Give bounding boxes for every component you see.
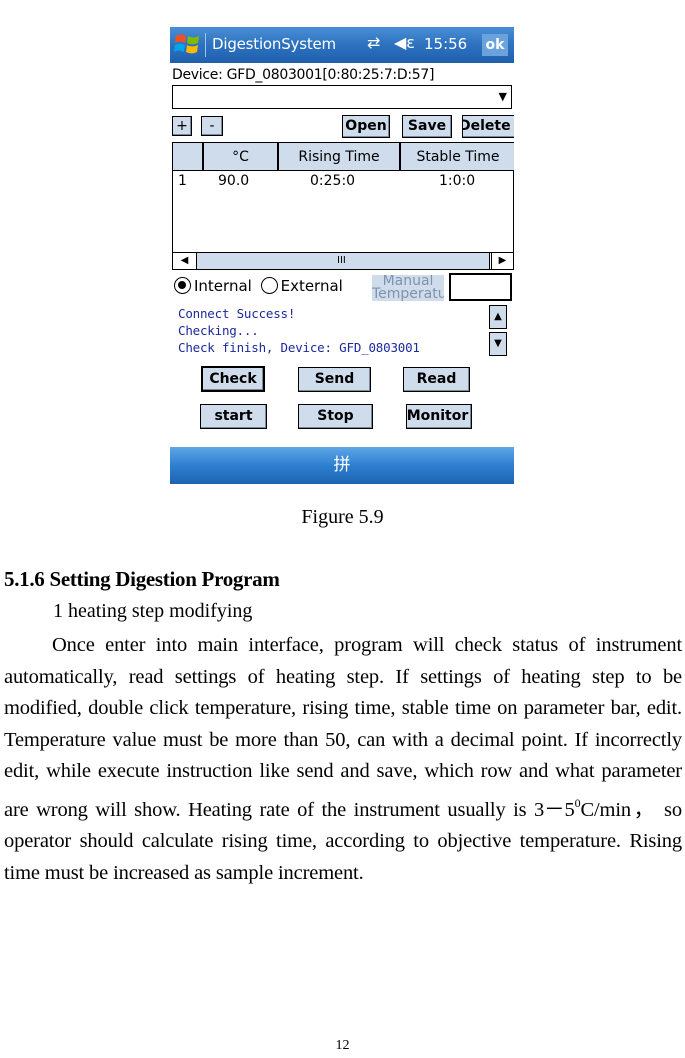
ok-button[interactable]: ok xyxy=(482,34,508,56)
check-button[interactable]: Check xyxy=(201,366,265,392)
log-line: Checking... xyxy=(178,323,259,338)
scroll-down-icon[interactable]: ▼ xyxy=(489,332,507,356)
pda-screenshot: DigestionSystem ⇄ ◀ε 15:56 ok Device: GF… xyxy=(170,27,514,484)
input-method-icon[interactable]: 拼 xyxy=(334,455,351,475)
column-header-index[interactable] xyxy=(173,143,204,171)
app-title: DigestionSystem xyxy=(212,35,336,53)
external-radio-label[interactable]: External xyxy=(281,277,343,295)
start-button[interactable]: start xyxy=(200,404,267,429)
open-button[interactable]: Open xyxy=(342,115,390,138)
cell-rising-time[interactable]: 0:25:0 xyxy=(310,173,355,189)
volume-icon[interactable]: ◀ε xyxy=(394,33,415,52)
scroll-right-icon[interactable]: ▶ xyxy=(489,253,513,269)
internal-radio-label[interactable]: Internal xyxy=(194,277,252,295)
paragraph-text: Once enter into main interface, program … xyxy=(4,634,682,821)
page-number: 12 xyxy=(335,1038,350,1053)
sensor-radio-group: Internal External xyxy=(174,277,347,295)
scroll-thumb[interactable]: III xyxy=(337,253,346,269)
subheading: 1 heating step modifying xyxy=(53,600,253,622)
log-line: Connect Success! xyxy=(178,306,296,321)
column-header-temperature[interactable]: °C xyxy=(204,143,279,171)
horizontal-scrollbar[interactable]: ◀ III ▶ xyxy=(172,252,514,270)
column-header-stable-time[interactable]: Stable Time xyxy=(401,143,514,171)
manual-temperature-label: Manual Temperature xyxy=(372,275,444,301)
save-button[interactable]: Save xyxy=(402,115,452,138)
cell-temperature[interactable]: 90.0 xyxy=(218,173,249,189)
stop-button[interactable]: Stop xyxy=(298,404,373,429)
scroll-left-icon[interactable]: ◀ xyxy=(173,253,197,269)
add-step-button[interactable]: + xyxy=(172,116,192,136)
input-method-bar: 拼 xyxy=(170,447,514,484)
send-button[interactable]: Send xyxy=(298,367,371,392)
read-button[interactable]: Read xyxy=(403,367,470,392)
remove-step-button[interactable]: - xyxy=(201,116,223,136)
title-bar: DigestionSystem ⇄ ◀ε 15:56 ok xyxy=(170,27,514,63)
manual-temperature-input[interactable] xyxy=(449,273,512,301)
delete-button[interactable]: Delete xyxy=(462,115,514,138)
windows-start-icon[interactable] xyxy=(174,32,200,56)
row-index: 1 xyxy=(178,173,187,189)
body-paragraph: Once enter into main interface, program … xyxy=(4,630,682,889)
monitor-button[interactable]: Monitor xyxy=(406,404,472,429)
scroll-up-icon[interactable]: ▲ xyxy=(489,305,507,329)
cell-stable-time[interactable]: 1:0:0 xyxy=(439,173,475,189)
internal-radio[interactable] xyxy=(174,277,191,294)
chevron-down-icon[interactable]: ▼ xyxy=(499,90,507,103)
heating-steps-table[interactable]: °C Rising Time Stable Time 1 90.0 0:25:0… xyxy=(172,142,514,267)
column-header-rising-time[interactable]: Rising Time xyxy=(279,143,401,171)
connectivity-icon[interactable]: ⇄ xyxy=(367,33,380,52)
title-separator xyxy=(205,33,206,57)
status-log: Connect Success! Checking... Check finis… xyxy=(178,305,478,356)
log-line: Check finish, Device: GFD_0803001 xyxy=(178,340,420,355)
figure-caption: Figure 5.9 xyxy=(301,506,384,528)
device-label: Device: GFD_0803001[0:80:25:7:D:57] xyxy=(172,67,435,83)
clock[interactable]: 15:56 xyxy=(424,35,467,53)
external-radio[interactable] xyxy=(260,277,278,294)
section-heading: 5.1.6 Setting Digestion Program xyxy=(4,567,280,591)
device-dropdown[interactable]: ▼ xyxy=(172,85,512,109)
